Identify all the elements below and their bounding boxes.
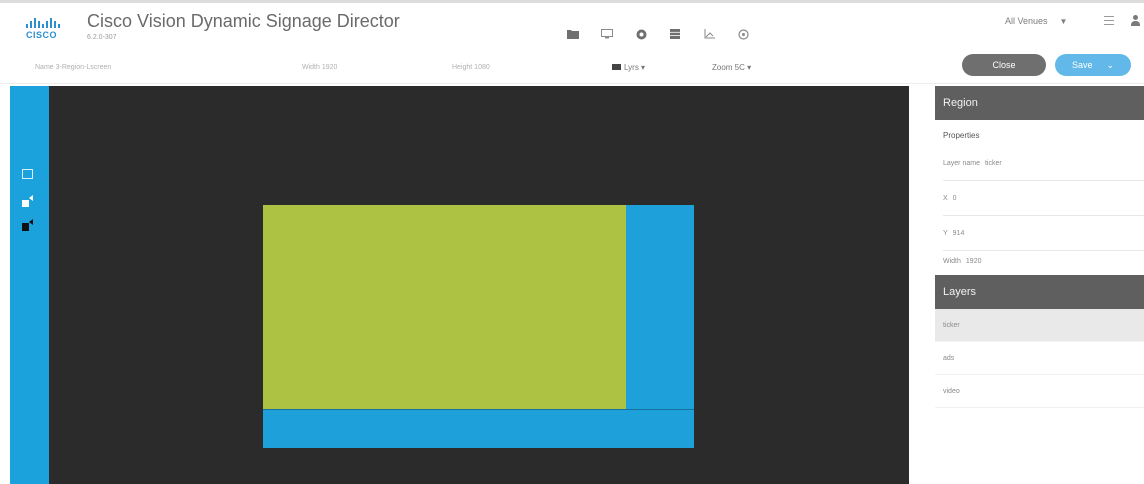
region-divider <box>263 409 694 410</box>
chevron-down-icon: ⌄ <box>1106 59 1115 70</box>
image-icon[interactable] <box>22 169 33 179</box>
layers-dropdown-label: Lyrs <box>624 62 639 72</box>
x-value: 0 <box>952 194 957 202</box>
logo-bars-icon <box>26 18 70 28</box>
y-value: 914 <box>952 229 965 237</box>
save-button-label: Save <box>1071 60 1093 70</box>
video-region[interactable] <box>263 205 626 409</box>
cisco-logo: CISCO <box>26 18 70 40</box>
width-prop-value: 1920 <box>965 257 982 265</box>
x-label: X <box>943 194 948 202</box>
menu-icon[interactable] <box>1104 16 1114 26</box>
layer-name-label: Layer name <box>943 159 980 167</box>
layer-item-ads[interactable]: ads <box>935 342 1144 375</box>
width-field[interactable]: Width 1920 <box>302 58 412 76</box>
layer-name-value: ticker <box>984 159 1002 167</box>
template-canvas[interactable] <box>49 86 909 484</box>
logo-wordmark: CISCO <box>26 30 58 40</box>
top-header: CISCO Cisco Vision Dynamic Signage Direc… <box>0 0 1144 50</box>
region-header: Region <box>935 86 1144 120</box>
layers-header: Layers <box>935 275 1144 309</box>
monitor-icon[interactable] <box>590 25 624 43</box>
venue-select-label: All Venues <box>1005 16 1048 26</box>
layer-item-video[interactable]: video <box>935 375 1144 408</box>
zoom-dropdown-label: Zoom 5C <box>712 62 745 72</box>
x-field[interactable]: X 0 <box>943 181 1144 216</box>
gear-icon[interactable] <box>624 25 658 43</box>
y-label: Y <box>943 229 948 237</box>
y-field[interactable]: Y 914 <box>943 216 1144 251</box>
chevron-down-icon: ▾ <box>744 62 752 72</box>
width-prop-label: Width <box>943 257 961 265</box>
left-tool-rail <box>10 86 49 484</box>
chart-icon[interactable] <box>692 25 726 43</box>
layer-item-ticker[interactable]: ticker <box>935 309 1144 342</box>
chevron-down-icon: ▼ <box>1059 16 1068 26</box>
chevron-down-icon: ▾ <box>638 62 646 72</box>
layers-dropdown[interactable]: Lyrs ▾ <box>612 58 645 76</box>
settings-icon[interactable] <box>726 25 760 43</box>
width-prop-field[interactable]: Width 1920 <box>943 251 1144 271</box>
venue-select[interactable]: All Venues ▼ <box>1005 16 1067 26</box>
layer-list: ticker ads video <box>935 309 1144 408</box>
app-root: CISCO Cisco Vision Dynamic Signage Direc… <box>0 0 1144 484</box>
folder-icon[interactable] <box>556 25 590 43</box>
properties-panel: Region Properties Layer name ticker X 0 … <box>935 86 1144 484</box>
app-version: 6.2.0-307 <box>87 34 117 41</box>
height-field[interactable]: Height 1080 <box>452 58 562 76</box>
video-icon[interactable] <box>22 194 33 207</box>
user-icon[interactable] <box>1129 15 1141 28</box>
main-nav <box>556 25 760 43</box>
name-field[interactable]: Name 3-Region-Lscreen <box>35 58 255 76</box>
close-button[interactable]: Close <box>962 54 1046 76</box>
layer-name-field[interactable]: Layer name ticker <box>943 146 1144 181</box>
table-icon[interactable] <box>658 25 692 43</box>
zoom-dropdown[interactable]: Zoom 5C ▾ <box>712 58 751 76</box>
save-button[interactable]: Save ⌄ <box>1055 54 1131 76</box>
video-active-icon[interactable] <box>22 218 33 231</box>
app-title: Cisco Vision Dynamic Signage Director <box>87 11 400 31</box>
grid-icon <box>612 64 621 70</box>
properties-title: Properties <box>943 131 980 140</box>
